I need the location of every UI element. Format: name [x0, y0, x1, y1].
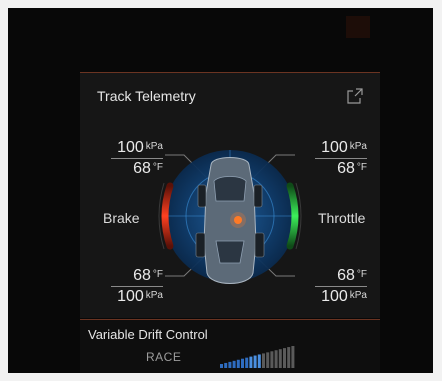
- drift-level-selector[interactable]: [220, 346, 300, 368]
- front-right-temp: 68: [337, 160, 355, 177]
- drift-level-bar[interactable]: [291, 346, 295, 368]
- drift-level-bar[interactable]: [245, 357, 249, 368]
- drift-level-bar[interactable]: [270, 351, 274, 368]
- drift-level-bar[interactable]: [232, 360, 236, 368]
- drift-level-bar[interactable]: [283, 348, 286, 368]
- drift-level-bar[interactable]: [266, 352, 270, 368]
- drift-control-title: Variable Drift Control: [88, 327, 208, 342]
- front-left-reading: 100 kPa 68 °F: [111, 139, 163, 178]
- drift-level-bar[interactable]: [224, 362, 228, 368]
- drift-mode-label: RACE: [146, 350, 182, 364]
- drift-level-bar[interactable]: [220, 364, 223, 368]
- drift-level-bar[interactable]: [249, 356, 253, 368]
- brake-label: Brake: [103, 210, 140, 226]
- drift-level-bar[interactable]: [262, 353, 265, 368]
- rear-right-pressure: 100: [321, 288, 348, 305]
- drift-level-bar[interactable]: [278, 349, 282, 368]
- rear-right-temp: 68: [337, 267, 355, 284]
- track-telemetry-panel: Track Telemetry 100 kPa 68 °F 100 kPa 68…: [80, 72, 380, 318]
- rear-left-pressure: 100: [117, 288, 144, 305]
- drift-level-bar[interactable]: [257, 354, 261, 368]
- drift-level-bar[interactable]: [228, 361, 232, 368]
- rear-right-reading: 68 °F 100 kPa: [315, 267, 367, 306]
- status-indicator: [346, 16, 370, 38]
- front-left-pressure: 100: [117, 139, 144, 156]
- telemetry-screen: Track Telemetry 100 kPa 68 °F 100 kPa 68…: [8, 8, 433, 373]
- drift-level-bar[interactable]: [253, 355, 257, 368]
- front-right-pressure: 100: [321, 139, 348, 156]
- drift-level-bar[interactable]: [236, 359, 240, 368]
- drift-level-bar[interactable]: [274, 350, 278, 368]
- drift-level-bar[interactable]: [241, 358, 244, 368]
- front-left-temp: 68: [133, 160, 151, 177]
- front-right-reading: 100 kPa 68 °F: [315, 139, 367, 178]
- rear-left-temp: 68: [133, 267, 151, 284]
- rear-left-reading: 68 °F 100 kPa: [111, 267, 163, 306]
- throttle-label: Throttle: [318, 210, 366, 226]
- drift-level-bar[interactable]: [287, 347, 291, 368]
- drift-control-panel: Variable Drift Control RACE: [80, 319, 380, 373]
